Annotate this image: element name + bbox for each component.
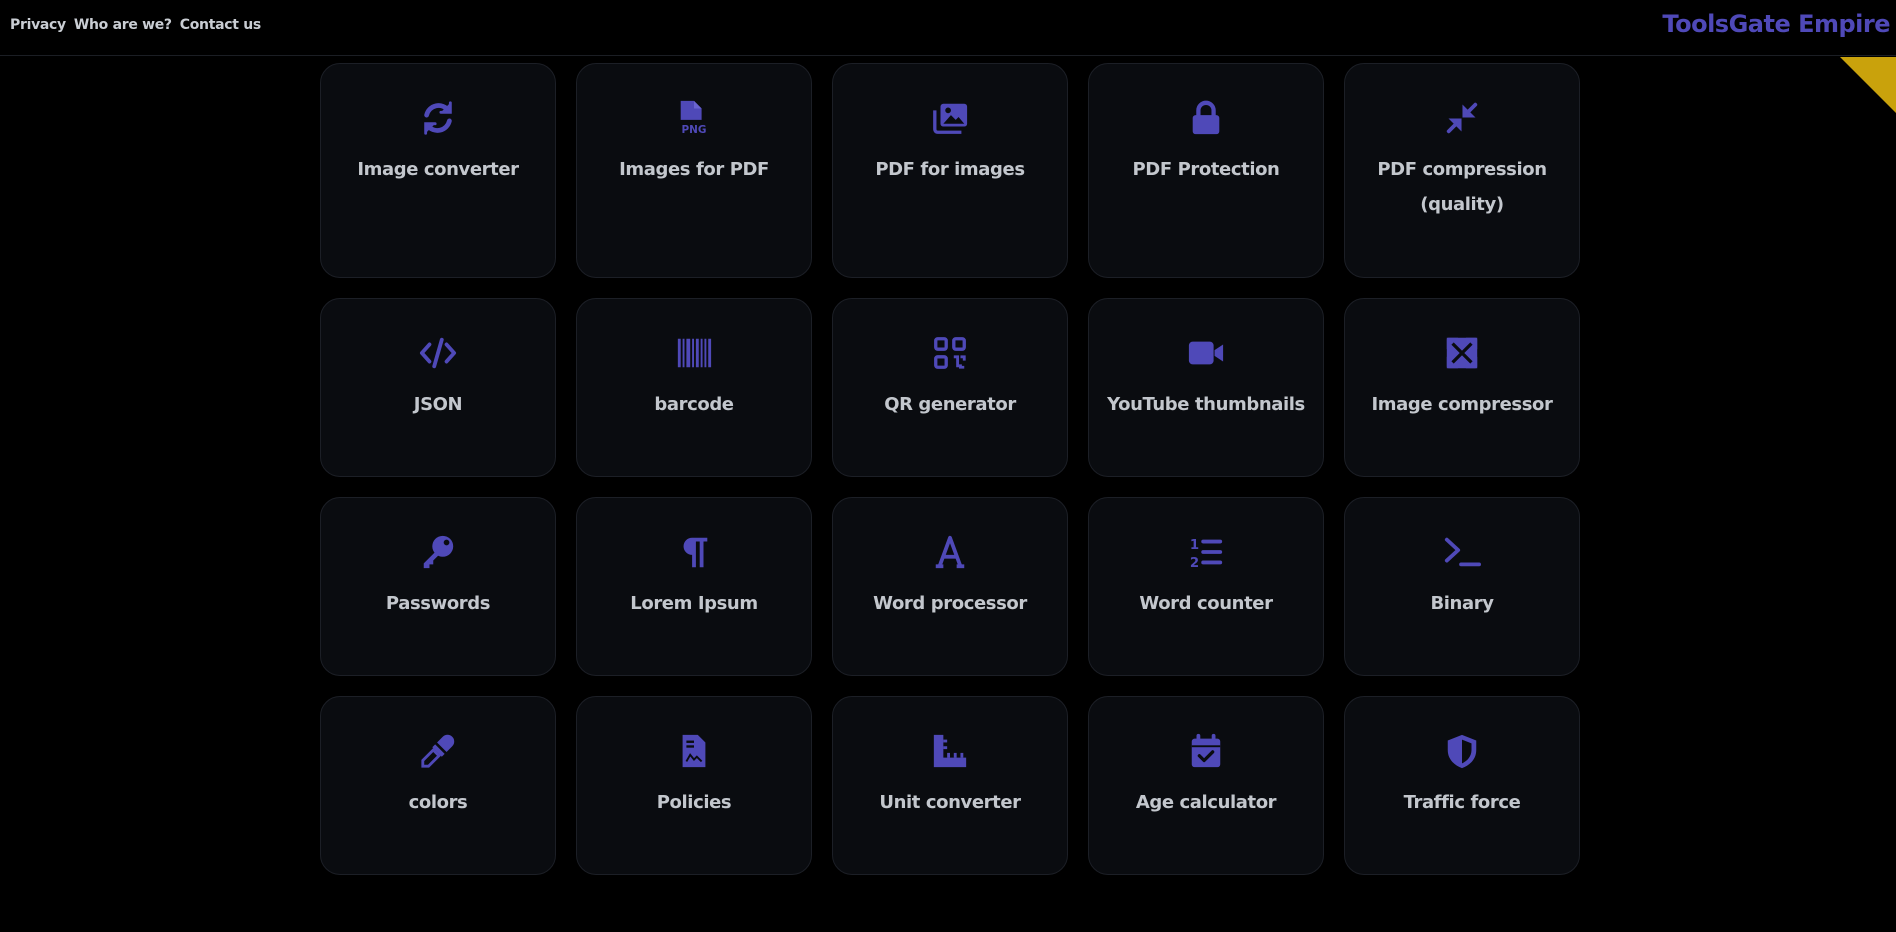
tool-card-age-calculator[interactable]: Age calculator [1088,696,1324,875]
ruler-icon [930,731,970,771]
tool-label: Traffic force [1403,792,1521,813]
nav-link-privacy[interactable]: Privacy [10,17,66,33]
tool-label: Word counter [1139,593,1273,614]
svg-text:PNG: PNG [682,124,707,136]
tool-label: Word processor [873,593,1027,614]
list-ol-icon: 1 2 [1186,532,1226,572]
tool-label: Image compressor [1371,394,1553,415]
tool-card-pdf-for-images[interactable]: PDF for images [832,63,1068,278]
tool-label: Image converter [357,159,519,180]
tool-card-image-converter[interactable]: Image converter [320,63,556,278]
brand-logo[interactable]: ToolsGate Empire [1662,10,1890,38]
code-icon [418,333,458,373]
calendar-check-icon [1186,731,1226,771]
tool-card-colors[interactable]: colors [320,696,556,875]
tool-label: PDF Protection [1132,159,1280,180]
lock-icon [1186,98,1226,138]
tool-label: PDF for images [875,159,1025,180]
tool-card-binary[interactable]: Binary [1344,497,1580,676]
tool-card-policies[interactable]: Policies [576,696,812,875]
tool-card-traffic-force[interactable]: Traffic force [1344,696,1580,875]
svg-text:1: 1 [1190,538,1199,553]
expand-arrows-icon [1442,333,1482,373]
barcode-icon [674,333,714,373]
tool-label: Policies [656,792,732,813]
corner-ribbon [1840,57,1896,113]
tool-card-pdf-protection[interactable]: PDF Protection [1088,63,1324,278]
file-invoice-icon [674,731,714,771]
tool-card-pdf-compression[interactable]: PDF compression (quality) [1344,63,1580,278]
tool-card-barcode[interactable]: barcode [576,298,812,477]
tool-label: colors [408,792,468,813]
top-bar: Privacy Who are we? Contact us ToolsGate… [0,0,1896,56]
tool-label: PDF compression (quality) [1377,159,1547,215]
tool-card-qr-generator[interactable]: QR generator [832,298,1068,477]
nav-link-contact-us[interactable]: Contact us [180,17,261,33]
tools-grid: Image converter PNG Images for PDF PDF f… [320,63,1580,875]
video-icon [1186,333,1226,373]
tool-label: Unit converter [879,792,1021,813]
paragraph-icon [674,532,714,572]
top-nav: Privacy Who are we? Contact us [10,17,261,33]
tool-label: YouTube thumbnails [1107,394,1305,415]
tool-card-youtube-thumbnails[interactable]: YouTube thumbnails [1088,298,1324,477]
tool-label: QR generator [884,394,1016,415]
tool-label: Images for PDF [619,159,769,180]
eyedropper-icon [418,731,458,771]
tool-label: JSON [413,394,463,415]
tool-card-image-compressor[interactable]: Image compressor [1344,298,1580,477]
tool-card-word-processor[interactable]: Word processor [832,497,1068,676]
tool-label: Passwords [385,593,491,614]
key-icon [418,532,458,572]
tool-card-word-counter[interactable]: 1 2 Word counter [1088,497,1324,676]
tool-label: barcode [654,394,734,415]
tool-label: Binary [1430,593,1494,614]
font-icon [930,532,970,572]
sync-icon [418,98,458,138]
compress-icon [1442,98,1482,138]
tool-label: Age calculator [1135,792,1277,813]
qrcode-icon [930,333,970,373]
nav-link-who-are-we[interactable]: Who are we? [74,17,172,33]
terminal-icon [1442,532,1482,572]
tool-card-unit-converter[interactable]: Unit converter [832,696,1068,875]
tool-card-json[interactable]: JSON [320,298,556,477]
tool-card-images-for-pdf[interactable]: PNG Images for PDF [576,63,812,278]
tool-card-passwords[interactable]: Passwords [320,497,556,676]
tool-label: Lorem Ipsum [630,593,758,614]
png-file-icon: PNG [674,98,714,138]
shield-icon [1442,731,1482,771]
images-icon [930,98,970,138]
svg-text:2: 2 [1190,556,1199,571]
tool-card-lorem-ipsum[interactable]: Lorem Ipsum [576,497,812,676]
